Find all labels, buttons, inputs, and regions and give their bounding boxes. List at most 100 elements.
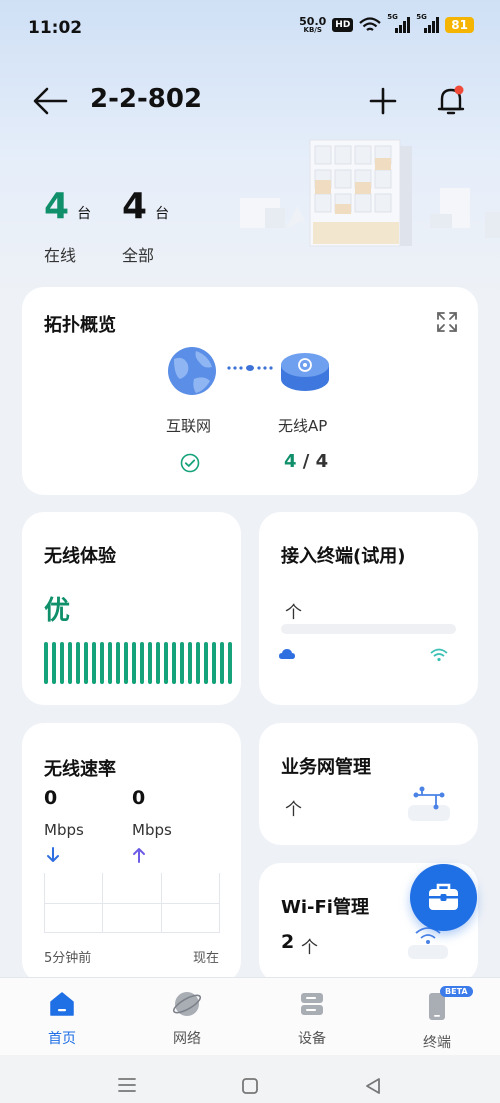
- planet-icon: [173, 992, 201, 1016]
- terminals-card[interactable]: 接入终端(试用) 个: [259, 512, 478, 705]
- business-network-card[interactable]: 业务网管理 个: [259, 723, 478, 845]
- terminals-count-unit: 个: [285, 603, 302, 623]
- devices-icon: [301, 993, 323, 1015]
- experience-bar: [52, 642, 56, 684]
- all-count-unit: 台: [155, 206, 170, 222]
- ap-total-count: 4: [315, 451, 329, 472]
- expand-icon[interactable]: [436, 311, 458, 333]
- wireless-ap-icon: [281, 353, 329, 391]
- back-arrow-icon[interactable]: [32, 86, 68, 116]
- sim2-network-label: 5G: [416, 13, 427, 21]
- nav-label-terminals: 终端: [423, 1035, 451, 1051]
- status-time: 11:02: [28, 18, 83, 38]
- wireless-experience-card[interactable]: 无线体验 优: [22, 512, 241, 705]
- topology-title: 拓扑概览: [44, 315, 116, 336]
- experience-bar: [188, 642, 192, 684]
- speed-chart-end-label: 现在: [192, 951, 219, 966]
- experience-bar: [44, 642, 48, 684]
- wireless-experience-title: 无线体验: [44, 546, 116, 567]
- building-illustration: [240, 139, 500, 247]
- experience-bar: [108, 642, 112, 684]
- experience-bar: [156, 642, 160, 684]
- topology-card[interactable]: 拓扑概览 互联网 无线AP 4 / 4: [22, 287, 478, 495]
- speed-chart: [44, 873, 220, 933]
- all-label: 全部: [122, 246, 155, 265]
- home-square-icon[interactable]: [241, 1077, 259, 1095]
- nav-item-home[interactable]: 首页: [17, 978, 107, 1056]
- experience-bar: [100, 642, 104, 684]
- business-network-unit: 个: [285, 800, 302, 820]
- connection-dots-icon: [227, 365, 273, 371]
- wifi-icon: [430, 648, 448, 662]
- terminals-title: 接入终端(试用): [281, 546, 406, 567]
- online-count: 4 台: [44, 186, 91, 227]
- menu-icon[interactable]: [117, 1077, 137, 1093]
- experience-bar: [196, 642, 200, 684]
- all-count: 4 台: [122, 186, 169, 227]
- arrow-down-icon: [47, 847, 59, 862]
- terminals-progress-track: [281, 624, 456, 634]
- network-device-icon: [408, 786, 450, 821]
- experience-bar: [60, 642, 64, 684]
- experience-bar: [180, 642, 184, 684]
- wireless-speed-card[interactable]: 无线速率 0 0 Mbps Mbps 5分钟前 现在: [22, 723, 241, 983]
- nav-item-devices[interactable]: 设备: [267, 978, 357, 1056]
- toolbox-fab-button[interactable]: [410, 864, 477, 931]
- speed-chart-start-label: 5分钟前: [44, 951, 92, 966]
- wireless-speed-title: 无线速率: [44, 759, 116, 780]
- notification-bell-icon[interactable]: [435, 84, 467, 118]
- upload-speed-unit: Mbps: [132, 821, 172, 839]
- nav-label-home: 首页: [48, 1031, 76, 1047]
- signal-sim2-icon: 5G: [416, 13, 440, 33]
- experience-bars: [44, 642, 232, 684]
- experience-bar: [84, 642, 88, 684]
- experience-bar: [140, 642, 144, 684]
- experience-bar: [132, 642, 136, 684]
- business-network-title: 业务网管理: [281, 757, 371, 778]
- online-count-unit: 台: [77, 206, 92, 222]
- network-speed-unit: KB/S: [303, 26, 322, 34]
- check-circle-icon: [180, 453, 200, 473]
- ap-online-ratio: 4 / 4: [284, 451, 328, 472]
- arrow-up-icon: [133, 848, 145, 863]
- download-speed-unit: Mbps: [44, 821, 84, 839]
- wifi-status-icon: [359, 17, 382, 31]
- download-speed-value: 0: [44, 787, 58, 809]
- experience-bar: [76, 642, 80, 684]
- experience-bar: [164, 642, 168, 684]
- online-count-value: 4: [44, 186, 70, 227]
- home-icon: [50, 992, 74, 1016]
- online-label: 在线: [44, 246, 77, 265]
- bottom-navigation: 首页 网络 设备 BETA 终端: [0, 977, 500, 1055]
- network-speed: 50.0 KB/S: [299, 16, 326, 34]
- back-triangle-icon[interactable]: [364, 1077, 382, 1095]
- upload-speed-value: 0: [132, 787, 146, 809]
- experience-bar: [68, 642, 72, 684]
- experience-bar: [212, 642, 216, 684]
- wifi-count-unit: 个: [301, 938, 318, 958]
- experience-bar: [124, 642, 128, 684]
- status-bar: 11:02 50.0 KB/S HD 5G 5G 81: [0, 0, 500, 56]
- signal-sim1-icon: 5G: [387, 13, 411, 33]
- internet-globe-icon: [168, 347, 216, 395]
- internet-label: 互联网: [166, 417, 212, 435]
- cloud-icon: [279, 649, 295, 659]
- page-title: 2-2-802: [90, 84, 203, 114]
- add-icon[interactable]: [368, 86, 398, 116]
- experience-bar: [220, 642, 224, 684]
- experience-bar: [116, 642, 120, 684]
- system-navigation-bar: [0, 1055, 500, 1103]
- wifi-management-title: Wi-Fi管理: [281, 897, 369, 918]
- beta-badge: BETA: [440, 986, 473, 997]
- sim1-network-label: 5G: [387, 13, 398, 21]
- experience-bar: [92, 642, 96, 684]
- battery-indicator: 81: [445, 17, 474, 33]
- experience-bar: [228, 642, 232, 684]
- wifi-count-value: 2: [281, 931, 295, 953]
- nav-item-network[interactable]: 网络: [142, 978, 232, 1056]
- experience-bar: [148, 642, 152, 684]
- nav-item-terminals[interactable]: BETA 终端: [392, 978, 482, 1056]
- nav-label-devices: 设备: [298, 1031, 326, 1047]
- status-indicators: 50.0 KB/S HD 5G 5G 81: [299, 13, 474, 34]
- experience-bar: [204, 642, 208, 684]
